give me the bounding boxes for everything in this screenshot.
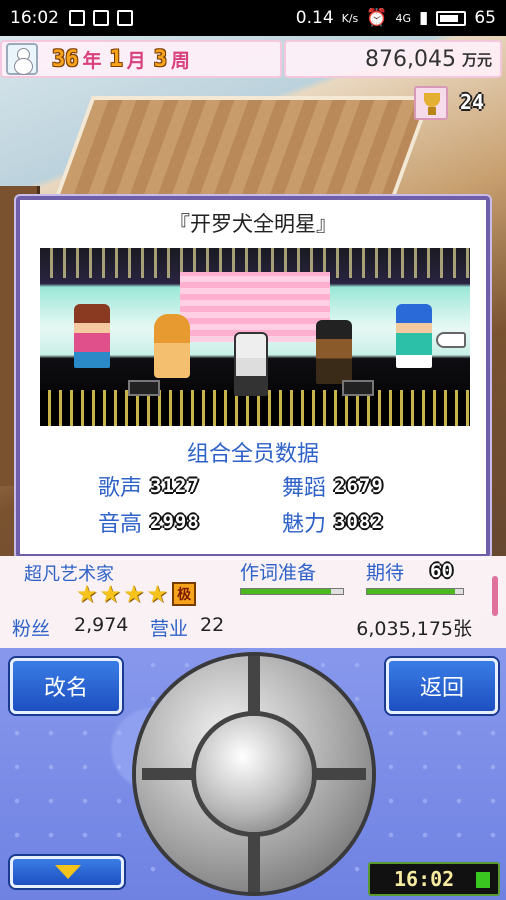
stat-label: 舞蹈 — [282, 476, 327, 501]
system-status-bar: 16:02 0.14 K/s ⏰ 4G ▮ 65 — [0, 0, 506, 36]
member-sprite — [316, 320, 352, 384]
task-progress-fill — [241, 589, 331, 594]
stat-value: 3082 — [334, 511, 384, 533]
snowman-icon[interactable] — [6, 43, 38, 75]
signal-icon: ▮ — [419, 8, 429, 28]
dpad-divider — [248, 832, 260, 892]
task-progress-bar — [240, 588, 344, 595]
year-value: 36 — [52, 46, 79, 72]
month-value: 1 — [109, 46, 123, 72]
expect-progress-bar — [366, 588, 464, 595]
expect-value: 60 — [430, 560, 453, 582]
fans-value: 2,974 — [74, 614, 129, 636]
group-info-dialog: 『开罗犬全明星』 组合全员数据 歌声 3127 舞蹈 2679 音高 2998 … — [16, 196, 490, 558]
money-value: 876,045 — [365, 46, 456, 72]
trophy-count: 24 — [460, 90, 485, 114]
stage-speaker — [342, 380, 374, 396]
stat-label: 音高 — [98, 512, 143, 537]
dpad-divider — [306, 768, 366, 780]
member-sprite — [154, 314, 190, 378]
member-sprite — [234, 332, 268, 396]
rename-button[interactable]: 改名 — [10, 658, 122, 714]
dpad-center-button[interactable] — [196, 716, 312, 832]
battery-icon — [476, 872, 490, 888]
network-speed: 0.14 — [295, 8, 334, 28]
concert-stage-image — [40, 248, 470, 426]
money-unit: 万元 — [461, 50, 492, 69]
expect-label: 期待 — [366, 562, 405, 584]
stat-charm: 魅力 3082 — [282, 506, 384, 538]
stat-label: 魅力 — [282, 512, 327, 537]
stat-value: 3127 — [150, 475, 200, 497]
star-icon: ★ — [99, 580, 122, 608]
image-notification-icon — [69, 10, 85, 26]
business-value: 22 — [200, 614, 225, 636]
control-pad: 改名 返回 16:02 — [0, 648, 506, 900]
alarm-icon: ⏰ — [366, 8, 388, 28]
star-icon: ★ — [146, 580, 169, 608]
member-sprite — [396, 304, 432, 368]
scrollbar[interactable] — [492, 576, 498, 616]
star-rating: ★ ★ ★ ★ 极 — [76, 580, 197, 608]
business-label: 营业 — [150, 618, 189, 640]
pointing-hand-icon — [436, 332, 466, 348]
star-icon: ★ — [76, 580, 98, 608]
battery-level: 65 — [474, 8, 496, 28]
group-name: 『开罗犬全明星』 — [169, 212, 337, 236]
arrow-down-icon — [55, 865, 81, 879]
group-status-panel: 超凡艺术家 ★ ★ ★ ★ 极 作词准备 期待 60 粉丝 2,974 营业 2… — [0, 556, 506, 648]
stat-pitch: 音高 2998 — [98, 506, 200, 538]
dpad[interactable] — [136, 656, 372, 892]
date-panel: 36 年 1 月 3 周 — [0, 40, 282, 78]
dpad-divider — [248, 656, 260, 716]
scroll-down-button[interactable] — [10, 856, 124, 888]
sales-value: 6,035,175张 — [356, 618, 472, 640]
stat-value: 2679 — [334, 475, 384, 497]
stage-speaker — [128, 380, 160, 396]
fans-label: 粉丝 — [12, 618, 51, 640]
trophy-icon[interactable] — [414, 86, 448, 120]
battery-icon — [436, 10, 467, 26]
status-time: 16:02 — [10, 8, 59, 28]
week-unit: 周 — [171, 49, 191, 72]
stat-singing: 歌声 3127 — [98, 470, 200, 502]
stat-label: 歌声 — [98, 476, 143, 501]
clock-time: 16:02 — [394, 867, 455, 891]
month-unit: 月 — [126, 49, 146, 72]
stats-heading: 组合全员数据 — [186, 442, 319, 467]
star-icon: ★ — [123, 580, 145, 608]
task-label: 作词准备 — [240, 562, 317, 584]
year-unit: 年 — [82, 49, 102, 72]
sd-card-icon — [93, 10, 109, 26]
dpad-divider — [142, 768, 202, 780]
game-clock: 16:02 — [368, 862, 500, 896]
network-speed-unit: K/s — [341, 11, 359, 25]
money-panel: 876,045 万元 — [284, 40, 502, 78]
gallery-icon — [117, 10, 133, 26]
network-type: 4G — [395, 11, 411, 25]
member-sprite — [74, 304, 110, 368]
expect-progress-fill — [367, 589, 456, 594]
stat-dance: 舞蹈 2679 — [282, 470, 384, 502]
stat-value: 2998 — [150, 511, 200, 533]
week-value: 3 — [153, 46, 168, 72]
back-button[interactable]: 返回 — [386, 658, 498, 714]
grade-badge: 极 — [172, 582, 197, 606]
